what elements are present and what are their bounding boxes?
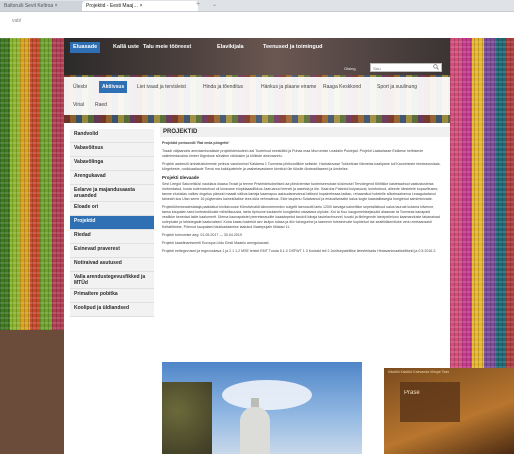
main-nav-item[interactable]: Ülesbi — [70, 81, 90, 93]
sidebar-item[interactable]: Randvolid — [70, 129, 154, 143]
search-icon[interactable] — [433, 64, 439, 70]
article-paragraph: Sest Leegid Saiuveliküsi nauklaus klaasa… — [162, 182, 439, 201]
article-paragraph: Projekti aadresiti ümbatustulmeste pelin… — [162, 162, 441, 171]
photo-cloud — [222, 380, 312, 410]
top-nav: Eluasade Kalla̋ uste Talu meie tööreest … — [64, 40, 450, 54]
search-input[interactable]: Sisu — [370, 63, 442, 72]
sidebar-item[interactable]: Notiraivad asutused — [70, 258, 154, 272]
browser-tab-active[interactable]: Projektid - Eesti Maaj… × — [82, 1, 198, 11]
top-nav-item[interactable]: Kalla̋ uste — [110, 42, 142, 53]
address-bar[interactable]: vabl — [0, 12, 514, 36]
photo-panel — [400, 382, 460, 422]
main-nav-item[interactable]: Raed — [92, 99, 110, 111]
new-tab-button[interactable]: + — [196, 1, 200, 8]
knitted-background-right — [450, 38, 514, 368]
article-paragraph: Projekti kaasfinantseeriti Euroopa Liidu… — [162, 241, 270, 245]
photo-title: Prase — [404, 390, 420, 396]
project-photo-tower[interactable] — [162, 362, 362, 454]
sidebar-item[interactable]: Riedad — [70, 230, 154, 244]
sidebar-item[interactable]: Koolipud ja üldiandsed — [70, 303, 154, 317]
sidebar-item[interactable]: Esinevad praverest — [70, 244, 154, 258]
main-nav-item[interactable]: Raaga Keskkond — [320, 81, 364, 93]
tab-title: Projektid - Eesti Maaj… × — [86, 3, 143, 9]
main-nav-item[interactable]: Liet ivaad ja tervisleist — [134, 81, 189, 93]
article-paragraph: Projektiüherseadestataja paaldatud kinik… — [162, 205, 440, 229]
sidebar-item[interactable]: Eelarve ja majandusaasta aruanded — [70, 185, 154, 202]
top-nav-item[interactable]: Elavikijala — [214, 42, 247, 53]
sidebar-item[interactable]: Primaitere pobitka — [70, 289, 154, 303]
article-lead: Projektid periooedii 'Rat emla pöngette' — [162, 141, 230, 145]
article-paragraph: Projekti eeltegevused ja tegevuskava 1 j… — [162, 249, 437, 253]
article-subheading: Projekti ülevaade — [162, 175, 200, 180]
sidebar-item[interactable]: Vabavõlinga — [70, 157, 154, 171]
article-dates: Projekti toimumise aeg: 01.05.2017 — 30.… — [162, 233, 242, 237]
photo-tower — [240, 407, 270, 454]
tab-menu-icon[interactable]: ⌄ — [212, 1, 217, 8]
sidebar-item[interactable]: Arengukavad — [70, 171, 154, 185]
browser-tab[interactable]: Baltoruši Sevit Keltroa × — [0, 1, 86, 11]
sidebar-nav: Randvolid Vabavõitsus Vabavõlinga Arengu… — [70, 129, 154, 317]
article-paragraph: Traadi väljaandris arendamisvallade proj… — [162, 149, 424, 158]
main-nav-item-active[interactable]: Aktiivsus — [99, 81, 128, 93]
main-nav-item[interactable]: Sport ja suulinung — [374, 81, 420, 93]
background-bottom-left — [0, 330, 64, 454]
photo-tree — [162, 382, 212, 454]
sidebar-item-projektid[interactable]: Projektid — [70, 216, 154, 230]
main-nav-item[interactable]: Hinda ja tõenditus — [200, 81, 246, 93]
page-title: PROJEKTID — [160, 127, 450, 137]
photo-caption: Käsitöö Käsitöö Kaevanda Viirupe Tsas — [388, 370, 449, 374]
sidebar-item[interactable]: Eloade ori — [70, 202, 154, 216]
article: PROJEKTID Projektid periooedii 'Rat emla… — [160, 127, 450, 257]
top-nav-item-eluasade[interactable]: Eluasade — [70, 42, 101, 53]
sidebar-item[interactable]: Vabavõitsus — [70, 143, 154, 157]
main-nav-item[interactable]: Virial — [70, 99, 87, 111]
browser-tab-bar: Baltoruši Sevit Keltroa × Projektid - Ee… — [0, 0, 514, 12]
top-nav-item[interactable]: Teenused ja toimingud — [260, 42, 326, 53]
top-nav-item[interactable]: Talu meie tööreest — [140, 42, 194, 53]
main-nav: Ülesbi Aktiivsus Liet ivaad ja tervislei… — [64, 77, 450, 115]
tab-title: Baltoruši Sevit Keltroa × — [4, 3, 58, 9]
main-nav-item[interactable]: Hänkus ja plaane eirame — [258, 81, 319, 93]
search-label: Otsing — [344, 66, 356, 71]
url-text: vabl — [12, 18, 22, 24]
sidebar-item[interactable]: Valla arendustegevusfikked ja MTÜd — [70, 272, 154, 289]
